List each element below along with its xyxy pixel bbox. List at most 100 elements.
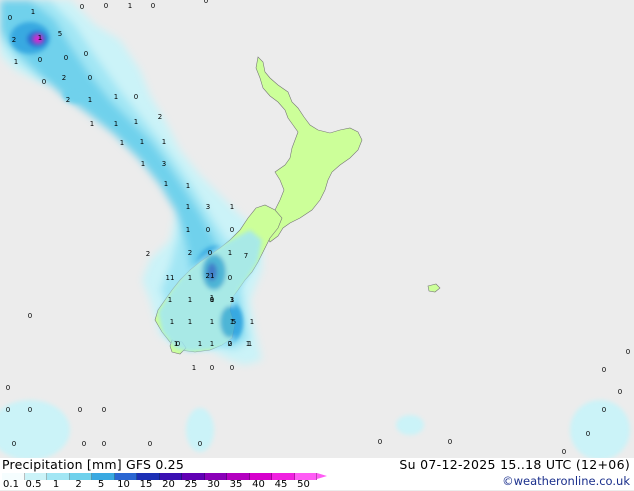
precip-value-label: 1 bbox=[188, 274, 192, 282]
precip-value-label: 1 bbox=[164, 180, 168, 188]
precip-value-label: 0 bbox=[562, 448, 566, 456]
scale-label: 5 bbox=[97, 479, 105, 490]
scale-label: 35 bbox=[229, 479, 243, 490]
precip-value-label: 1 bbox=[198, 340, 202, 348]
core-se bbox=[396, 415, 424, 435]
precip-value-label: 0 bbox=[148, 440, 152, 448]
precip-value-label: 1 bbox=[192, 364, 196, 372]
precip-value-label: 5 bbox=[58, 30, 62, 38]
precip-value-label: 1 bbox=[38, 34, 42, 42]
precip-value-label: 1 bbox=[88, 96, 92, 104]
precip-value-label: 0 bbox=[208, 249, 212, 257]
precip-value-label: 0 bbox=[102, 406, 106, 414]
scale-label: 10 bbox=[117, 479, 130, 490]
precip-value-label: 1 bbox=[31, 8, 35, 16]
precip-value-label: 0 bbox=[12, 440, 16, 448]
precip-value-label: 1 bbox=[90, 120, 94, 128]
precip-value-label: 3 bbox=[162, 160, 166, 168]
precip-value-label: 0 bbox=[210, 364, 214, 372]
precipitation-map: 100 0 1 001 520 0 010202 1 1 021 1 11 1 11 31 11 3 11 0 02 2… bbox=[0, 0, 634, 458]
precip-value-label: 0 bbox=[206, 226, 210, 234]
precip-value-label: 0 bbox=[6, 406, 10, 414]
precip-value-label: 0 bbox=[134, 93, 138, 101]
scale-label: 0.1 bbox=[3, 479, 19, 490]
precip-value-label: 0 bbox=[8, 14, 12, 22]
precip-value-label: 2 bbox=[66, 96, 70, 104]
precip-value-label: 2 bbox=[228, 340, 232, 348]
precip-value-label: 1 bbox=[14, 58, 18, 66]
precip-value-label: 0 bbox=[28, 406, 32, 414]
precip-value-label: 1 bbox=[228, 249, 232, 257]
precip-value-label: 2 bbox=[158, 113, 162, 121]
precip-value-label: 1 bbox=[250, 318, 254, 326]
precip-value-label: 0 bbox=[82, 440, 86, 448]
precip-value-label: 1 bbox=[170, 318, 174, 326]
precip-value-label: 11 bbox=[166, 274, 175, 282]
precip-value-label: 0 bbox=[42, 78, 46, 86]
precip-value-label: 1 bbox=[162, 138, 166, 146]
scale-label: 2 bbox=[75, 479, 82, 490]
precip-value-label: 0 bbox=[378, 438, 382, 446]
precip-value-label: 0 bbox=[228, 274, 232, 282]
precip-value-label: 1 bbox=[114, 93, 118, 101]
valid-time: Su 07-12-2025 15..18 UTC (12+06) bbox=[399, 457, 630, 472]
precip-value-label: 0 bbox=[602, 366, 606, 374]
precip-value-label: 0 bbox=[78, 406, 82, 414]
precip-value-label: 1 bbox=[114, 120, 118, 128]
precip-value-label: 1 bbox=[120, 139, 124, 147]
precip-value-label: 1 bbox=[141, 160, 145, 168]
scale-arrow bbox=[317, 473, 327, 479]
copyright-link[interactable]: ©weatheronline.co.uk bbox=[502, 474, 630, 488]
precip-value-label: 0 bbox=[204, 0, 208, 5]
precip-value-label: 1 bbox=[186, 203, 190, 211]
scale-label: 25 bbox=[184, 479, 198, 490]
precip-value-label: 21 bbox=[206, 272, 215, 280]
precip-value-label: 1 bbox=[140, 138, 144, 146]
precip-value-label: 1 bbox=[186, 182, 190, 190]
precip-value-label: 2 bbox=[62, 74, 66, 82]
precip-value-label: 0 bbox=[230, 364, 234, 372]
precip-value-label: 0 bbox=[586, 430, 590, 438]
precip-value-label: 1 bbox=[188, 318, 192, 326]
legend-title: Precipitation [mm] GFS 0.25 bbox=[2, 457, 184, 472]
precip-value-label: 5 bbox=[232, 318, 236, 326]
precip-value-label: 1 bbox=[210, 340, 214, 348]
precip-value-label: 0 bbox=[104, 2, 108, 10]
scale-label: 40 bbox=[252, 479, 265, 490]
precip-value-label: 7 bbox=[244, 252, 248, 260]
precip-value-label: 0 bbox=[230, 226, 234, 234]
precip-value-label: 1 bbox=[134, 118, 138, 126]
precip-value-label: 0 bbox=[626, 348, 630, 356]
precip-value-label: 0 bbox=[618, 388, 622, 396]
precip-value-label: 1 bbox=[174, 340, 178, 348]
precip-value-label: 3 bbox=[230, 296, 234, 304]
scale-label: 15 bbox=[139, 479, 153, 490]
precip-value-label: 1 bbox=[188, 296, 192, 304]
precip-value-label: 1 bbox=[230, 203, 234, 211]
core-east bbox=[570, 400, 630, 458]
precip-value-label: 0 bbox=[102, 440, 106, 448]
scale-label: 45 bbox=[274, 479, 288, 490]
scale-label: 20 bbox=[162, 479, 175, 490]
precip-value-label: 1 bbox=[186, 226, 190, 234]
precip-value-label: 0 bbox=[6, 384, 10, 392]
precip-value-label: 3 bbox=[206, 203, 210, 211]
precip-value-label: 1 bbox=[128, 2, 132, 10]
precip-value-label: 0 bbox=[602, 406, 606, 414]
precip-value-label: 0 bbox=[448, 438, 452, 446]
precip-value-label: 0 bbox=[80, 3, 84, 11]
precip-value-label: 1 bbox=[210, 318, 214, 326]
precip-value-label: 0 bbox=[64, 54, 68, 62]
color-scale-labels: 0.1 0.5 1 2 5 10 15 20 25 30 35 40 45 50 bbox=[0, 480, 340, 491]
precip-value-label: 2 bbox=[146, 250, 150, 258]
precip-value-label: 0 bbox=[198, 440, 202, 448]
precip-value-label: 0 bbox=[151, 2, 155, 10]
precip-value-label: 2 bbox=[188, 249, 192, 257]
precip-value-label: 0 bbox=[210, 296, 214, 304]
precip-value-label: 0 bbox=[88, 74, 92, 82]
precip-value-label: 0 bbox=[38, 56, 42, 64]
precip-value-label: 2 bbox=[12, 36, 16, 44]
scale-label: 0.5 bbox=[25, 479, 42, 490]
legend-footer: Precipitation [mm] GFS 0.25 Su 07-12-202… bbox=[0, 458, 634, 490]
precip-value-label: 0 bbox=[28, 312, 32, 320]
